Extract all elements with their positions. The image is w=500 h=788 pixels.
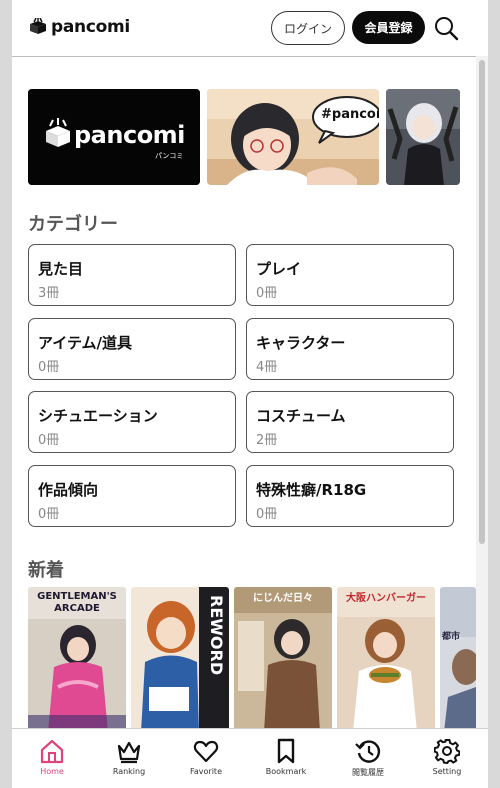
nav-setting[interactable]: Setting	[407, 729, 487, 788]
category-name: プレイ	[256, 260, 302, 278]
banner-logo-text: pancomi	[74, 121, 185, 149]
cover-headline: にじんだ日々	[253, 593, 313, 604]
nav-label: Bookmark	[265, 767, 307, 776]
category-name: コスチューム	[256, 407, 346, 425]
history-icon	[355, 740, 381, 763]
banner-pancomi[interactable]: pancomi パンコミ	[28, 89, 200, 185]
banner-logo-sub: パンコミ	[155, 152, 184, 160]
cover-headline: 大阪ハンバーガー	[346, 593, 426, 604]
app-frame: pancomi ログイン 会員登録 pancomi パンコミ #pancor カ…	[12, 0, 488, 788]
search-icon[interactable]	[433, 15, 459, 41]
cover-art	[337, 587, 435, 732]
nav-label: Setting	[432, 767, 462, 776]
login-button[interactable]: ログイン	[271, 11, 345, 45]
category-count: 0冊	[256, 286, 278, 301]
banner-robot[interactable]	[386, 89, 460, 185]
nav-home[interactable]: Home	[12, 729, 92, 788]
bottom-nav: Home Ranking Favorite Bookmark 閲覧履歴 Sett…	[12, 728, 488, 788]
home-icon	[40, 739, 64, 764]
category-section-title: カテゴリー	[28, 214, 118, 235]
site-logo[interactable]: pancomi	[28, 16, 130, 38]
category-name: アイテム/道具	[38, 334, 132, 352]
nav-ranking[interactable]: Ranking	[89, 729, 169, 788]
header: pancomi ログイン 会員登録	[12, 0, 488, 57]
nav-favorite[interactable]: Favorite	[166, 729, 246, 788]
nav-label: Home	[40, 767, 64, 776]
category-card-play[interactable]: プレイ 0冊	[246, 244, 454, 306]
logo-text: pancomi	[51, 17, 130, 37]
nav-label: Favorite	[190, 767, 222, 776]
nav-bookmark[interactable]: Bookmark	[246, 729, 326, 788]
banner-character-art	[207, 89, 379, 185]
category-name: キャラクター	[256, 334, 346, 352]
book-cover[interactable]: にじんだ日々	[234, 587, 332, 732]
category-count: 0冊	[256, 507, 278, 522]
new-arrivals-title: 新着	[28, 560, 64, 581]
cover-headline: REWORD	[207, 595, 226, 676]
gear-icon	[434, 739, 460, 764]
cover-art	[440, 587, 476, 732]
book-cover[interactable]: 都市	[440, 587, 476, 732]
cover-headline: GENTLEMAN'S ARCADE	[37, 591, 117, 614]
category-name: 見た目	[38, 260, 84, 278]
cover-art	[234, 587, 332, 732]
bookmark-icon	[277, 738, 295, 764]
register-button[interactable]: 会員登録	[352, 11, 425, 44]
scrollbar[interactable]	[476, 56, 488, 728]
category-name: シチュエーション	[38, 407, 158, 425]
logo-icon	[30, 18, 46, 34]
book-cover[interactable]: 大阪ハンバーガー	[337, 587, 435, 732]
book-cover[interactable]: GENTLEMAN'S ARCADE	[28, 587, 126, 732]
category-count: 0冊	[38, 507, 60, 522]
banner-character[interactable]: #pancor	[207, 89, 379, 185]
category-card-appearance[interactable]: 見た目 3冊	[28, 244, 236, 306]
nav-label: 閲覧履歴	[352, 768, 384, 777]
category-count: 0冊	[38, 360, 60, 375]
cover-headline: 都市	[442, 632, 461, 642]
category-count: 4冊	[256, 360, 278, 375]
scroll-thumb[interactable]	[479, 60, 485, 544]
category-name: 特殊性癖/R18G	[256, 481, 367, 499]
category-card-situation[interactable]: シチュエーション 0冊	[28, 391, 236, 453]
category-name: 作品傾向	[38, 481, 99, 499]
category-count: 0冊	[38, 433, 60, 448]
category-count: 3冊	[38, 286, 60, 301]
heart-icon	[193, 740, 219, 763]
book-cover[interactable]: REWORD	[131, 587, 229, 732]
nav-history[interactable]: 閲覧履歴	[328, 729, 408, 788]
category-card-character[interactable]: キャラクター 4冊	[246, 318, 454, 380]
category-card-costume[interactable]: コスチューム 2冊	[246, 391, 454, 453]
category-card-special[interactable]: 特殊性癖/R18G 0冊	[246, 465, 454, 527]
category-card-items[interactable]: アイテム/道具 0冊	[28, 318, 236, 380]
banner-robot-art	[386, 89, 460, 185]
crown-icon	[117, 741, 141, 764]
nav-label: Ranking	[112, 767, 146, 776]
banner-bubble-text: #pancor	[321, 107, 379, 122]
category-count: 2冊	[256, 433, 278, 448]
category-card-tendency[interactable]: 作品傾向 0冊	[28, 465, 236, 527]
